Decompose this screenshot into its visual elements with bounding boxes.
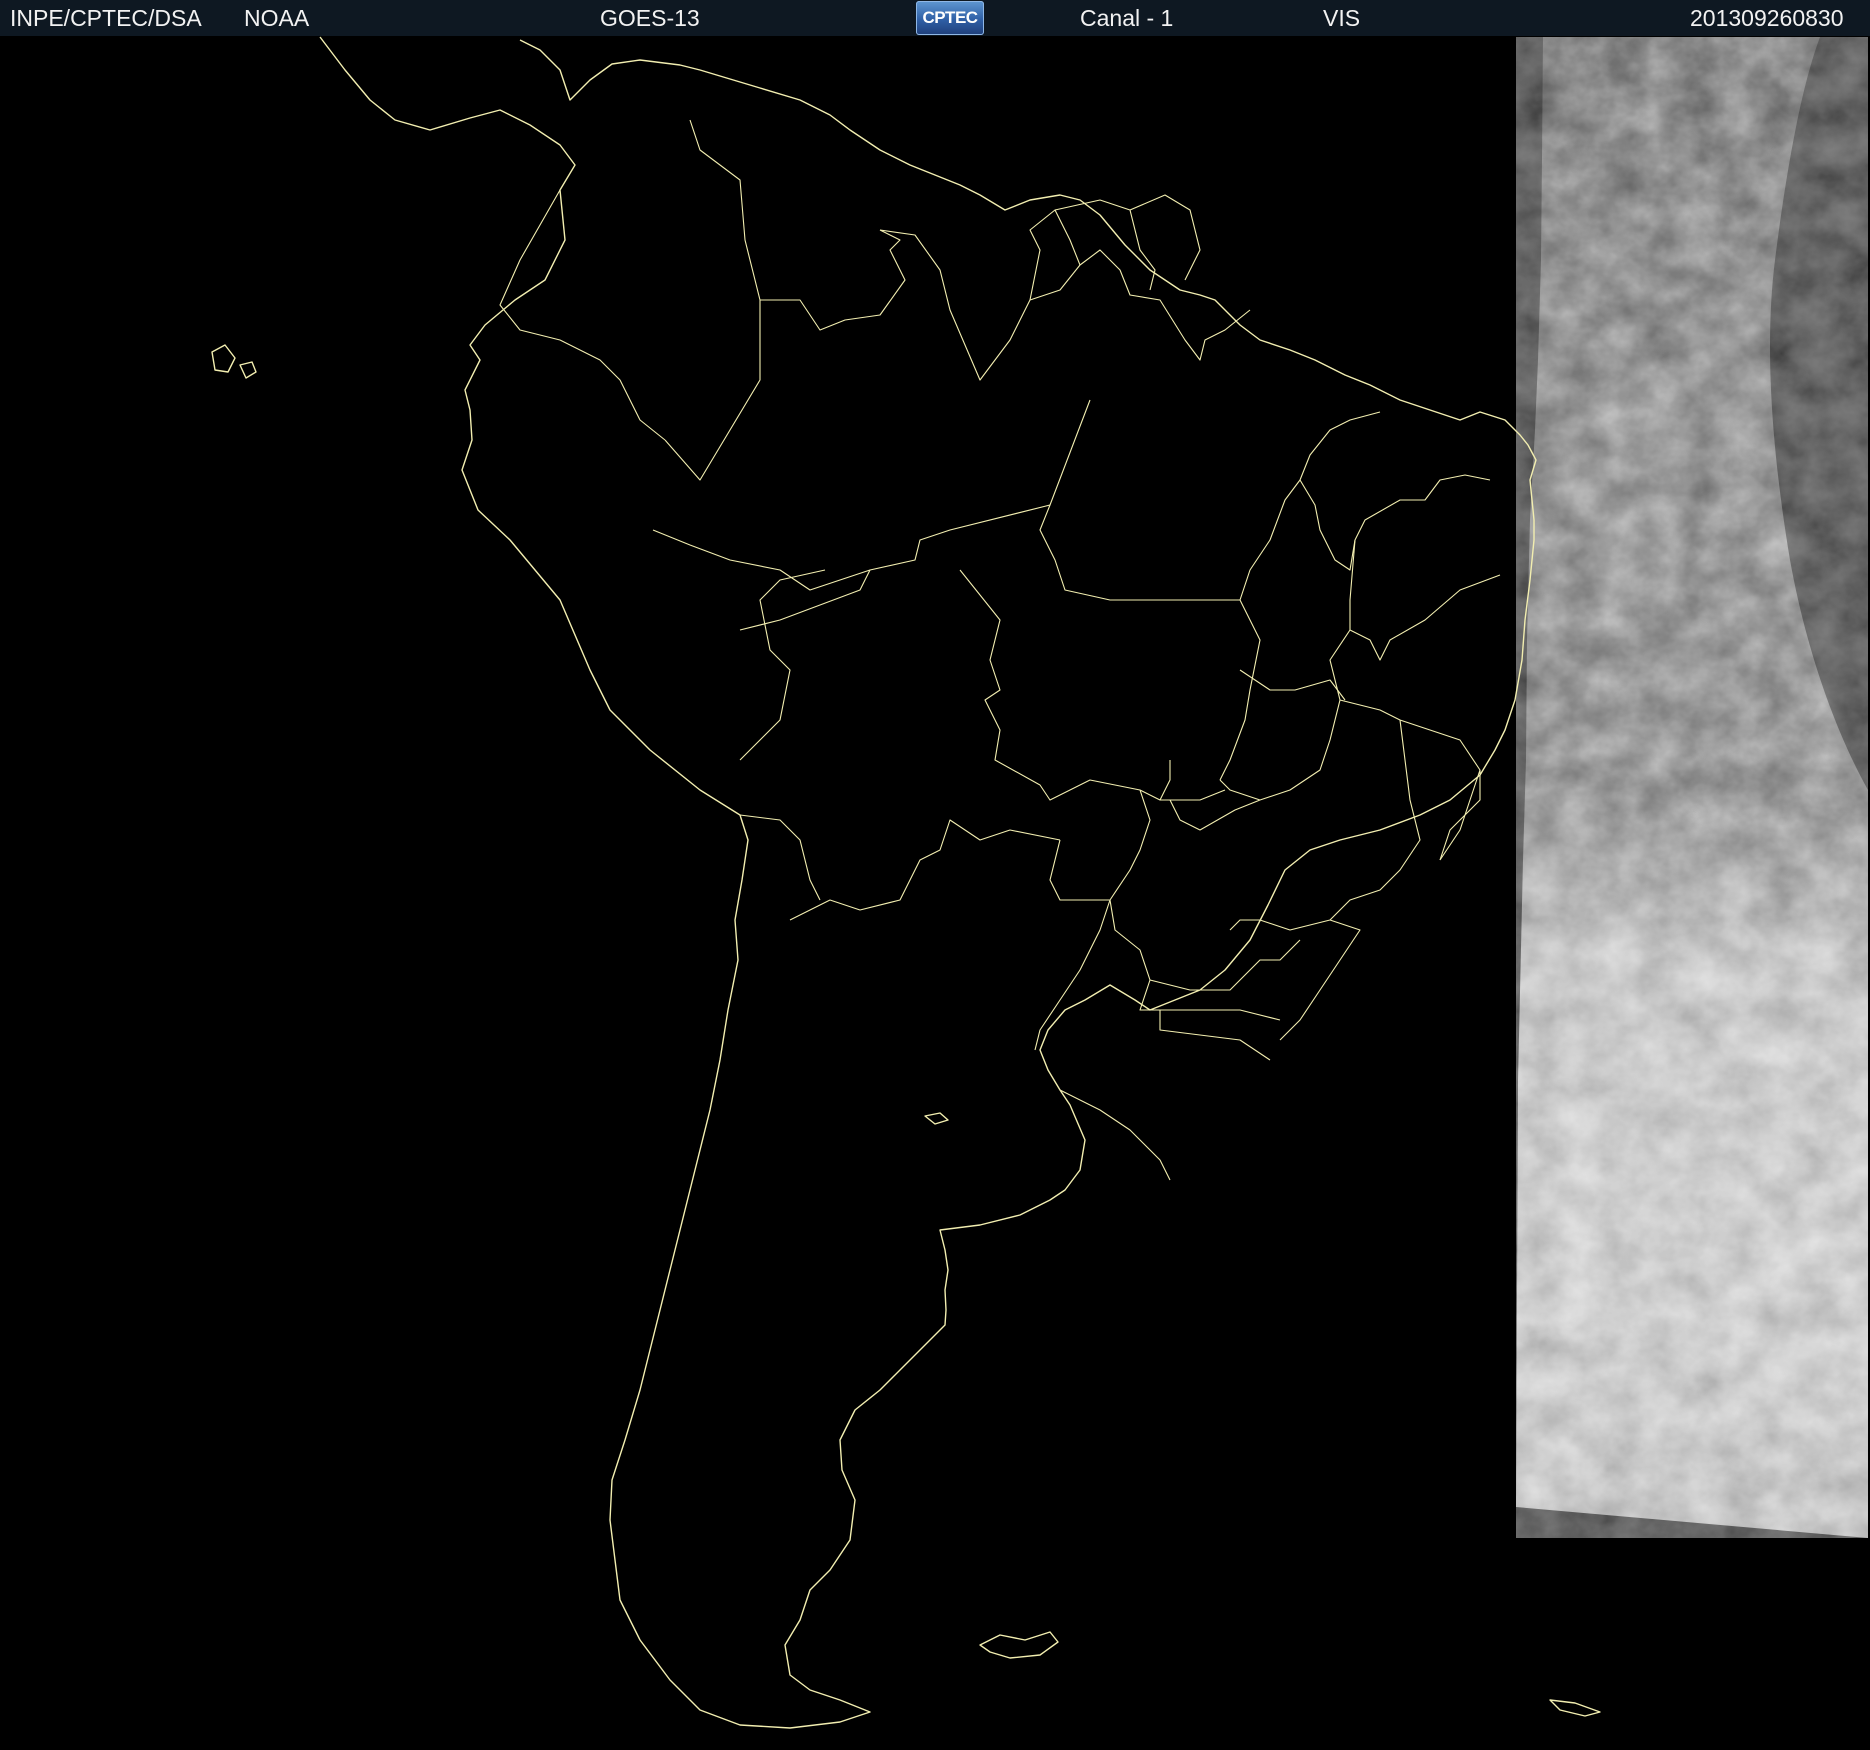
org-label: INPE/CPTEC/DSA	[10, 5, 202, 31]
agency-label: NOAA	[244, 5, 310, 31]
cptec-logo: CPTEC	[916, 1, 984, 35]
channel-label: Canal - 1	[1080, 5, 1174, 31]
timestamp-label: 201309260830	[1690, 5, 1844, 31]
political-borders	[499, 119, 1501, 1181]
coastline	[211, 36, 1601, 1729]
satellite-map	[0, 36, 1870, 1750]
header-bar: INPE/CPTEC/DSA NOAA GOES-13 CPTEC Canal …	[0, 0, 1870, 37]
satellite-label: GOES-13	[600, 5, 700, 31]
band-label: VIS	[1323, 5, 1361, 31]
map-canvas	[211, 36, 1868, 1729]
cloud-imagery	[1516, 37, 1868, 1538]
